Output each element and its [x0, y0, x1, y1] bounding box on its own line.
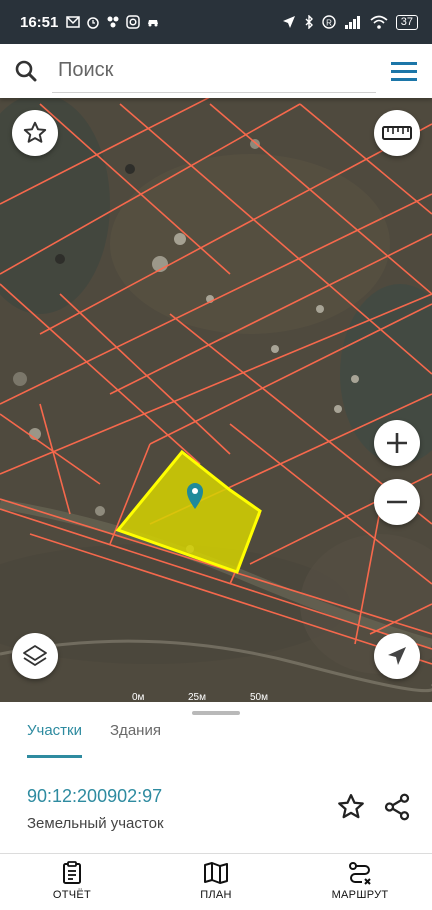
divider — [0, 853, 432, 854]
status-system-icons: R 37 — [282, 14, 418, 30]
ruler-icon — [382, 126, 412, 140]
signal-icon — [344, 16, 360, 29]
app-dots-icon — [107, 16, 119, 28]
nav-report[interactable]: ОТЧЁТ — [17, 855, 127, 910]
layers-icon — [23, 645, 47, 666]
zoom-in-button[interactable] — [374, 420, 420, 466]
location-arrow-icon — [282, 16, 295, 28]
status-notification-icons — [66, 15, 160, 29]
share-button[interactable] — [382, 792, 414, 824]
menu-button[interactable] — [376, 49, 432, 93]
scale-label-50: 50м — [250, 692, 268, 702]
scale-label-25: 25м — [188, 692, 206, 702]
alarm-icon — [87, 17, 100, 29]
car-icon — [148, 20, 159, 27]
favorites-button[interactable] — [12, 110, 58, 156]
mail-icon — [66, 16, 81, 28]
map-plan-icon — [204, 862, 228, 884]
satellite-map — [0, 44, 432, 702]
layers-button[interactable] — [12, 633, 58, 679]
route-icon — [349, 862, 371, 885]
status-time: 16:51 — [20, 13, 59, 31]
star-outline-icon — [23, 121, 47, 143]
ruler-button[interactable] — [374, 110, 420, 156]
minus-icon — [387, 500, 407, 504]
hamburger-menu-icon — [391, 62, 417, 81]
nav-plan-label: ПЛАН — [200, 889, 232, 901]
report-icon — [63, 861, 81, 884]
my-location-button[interactable] — [374, 633, 420, 679]
app-screen: 16:51 R 37 0м 25м 50м Поиск Участки Здан… — [0, 0, 432, 910]
tab-parcels[interactable]: Участки — [27, 716, 82, 758]
svg-text:R: R — [326, 19, 332, 28]
status-bar: 16:51 R 37 — [0, 0, 432, 44]
nav-report-label: ОТЧЁТ — [52, 889, 92, 901]
nav-plan[interactable]: ПЛАН — [161, 855, 271, 910]
parcel-info[interactable]: 90:12:200902:97 Земельный участок — [27, 786, 164, 832]
sheet-drag-handle[interactable] — [192, 711, 240, 715]
nav-route-label: МАРШРУТ — [331, 889, 389, 901]
registered-icon: R — [322, 15, 336, 29]
search-icon[interactable] — [0, 60, 52, 82]
parcel-type: Земельный участок — [27, 815, 164, 832]
star-outline-icon — [338, 794, 364, 819]
plus-icon — [387, 433, 407, 453]
tab-buildings[interactable]: Здания — [110, 716, 161, 758]
search-bar — [0, 44, 432, 98]
nav-route[interactable]: МАРШРУТ — [305, 855, 415, 910]
sheet-tabs: Участки Здания — [0, 716, 432, 760]
map-scale-bar: 0м 25м 50м — [132, 692, 268, 702]
zoom-out-button[interactable] — [374, 479, 420, 525]
add-favorite-button[interactable] — [336, 792, 366, 822]
cadastral-number[interactable]: 90:12:200902:97 — [27, 786, 164, 807]
search-input[interactable] — [52, 49, 376, 93]
navigation-arrow-icon — [388, 647, 406, 665]
map-view[interactable]: 0м 25м 50м — [0, 44, 432, 702]
scale-label-0: 0м — [132, 692, 145, 702]
bottom-navigation: ОТЧЁТ ПЛАН МАРШРУТ — [0, 855, 432, 910]
wifi-icon — [370, 15, 388, 29]
instagram-icon — [126, 15, 141, 29]
share-icon — [384, 793, 410, 821]
battery-indicator: 37 — [395, 14, 418, 30]
bluetooth-icon — [305, 15, 313, 29]
